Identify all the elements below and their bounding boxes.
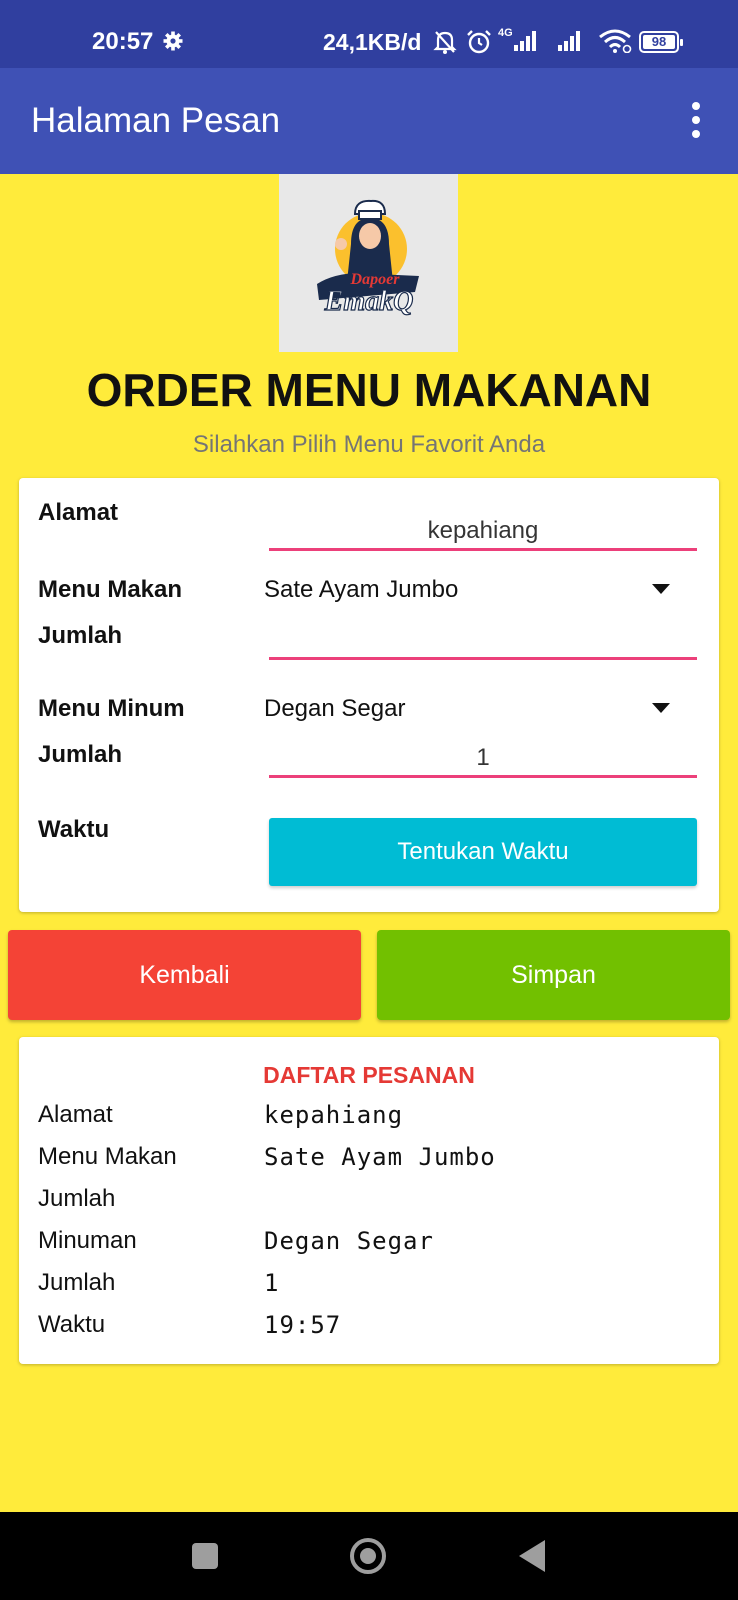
list-item: Menu Makan Sate Ayam Jumbo [19, 1136, 719, 1178]
list-item-value: kepahiang [264, 1101, 404, 1129]
list-item-value: 19:57 [264, 1311, 342, 1339]
order-list-title: DAFTAR PESANAN [263, 1062, 475, 1088]
system-nav-bar [0, 1512, 738, 1600]
app-bar-title: Halaman Pesan [31, 101, 281, 140]
app-bar: Halaman Pesan [0, 68, 738, 174]
menu-makan-label: Menu Makan [38, 576, 183, 603]
waktu-label: Waktu [38, 816, 110, 843]
list-item-key: Minuman [38, 1227, 137, 1254]
network-type: 4G [498, 27, 513, 39]
dropdown-arrow-icon [652, 584, 670, 594]
menu-minum-label: Menu Minum [38, 695, 185, 722]
list-item-key: Waktu [38, 1311, 106, 1338]
menu-makan-dropdown[interactable]: Sate Ayam Jumbo [264, 572, 698, 608]
status-time: 20:57 [92, 28, 154, 55]
order-form-card: Alamat Menu Makan Sate Ayam Jumbo Jumlah… [19, 478, 719, 912]
recents-icon[interactable] [192, 1543, 218, 1569]
settings-icon [163, 31, 183, 51]
status-bar: 20:57 24,1KB/d 4G 98 [0, 0, 738, 68]
list-item: Waktu 19:57 [19, 1304, 719, 1346]
alamat-field[interactable] [269, 514, 697, 551]
alamat-label: Alamat [38, 499, 119, 526]
jumlah-minum-input[interactable] [269, 741, 697, 775]
signal-icon [514, 31, 536, 51]
more-vert-icon[interactable] [680, 102, 714, 142]
list-item: Alamat kepahiang [19, 1094, 719, 1136]
page-title: ORDER MENU MAKANAN [86, 364, 652, 416]
save-button[interactable]: Simpan [377, 930, 730, 1020]
back-icon[interactable] [519, 1540, 545, 1572]
back-button[interactable]: Kembali [8, 930, 361, 1020]
battery-level: 98 [651, 34, 667, 49]
chef-logo-icon: Dapoer EmakQ [317, 199, 419, 318]
jumlah-makan-label: Jumlah [38, 622, 123, 649]
list-item-key: Menu Makan [38, 1143, 177, 1170]
set-time-button[interactable]: Tentukan Waktu [269, 818, 697, 886]
signal-icon [558, 31, 580, 51]
jumlah-makan-field[interactable] [269, 623, 697, 660]
list-item: Jumlah 1 [19, 1262, 719, 1304]
logo: Dapoer EmakQ [279, 174, 458, 352]
list-item-value: 1 [264, 1269, 280, 1297]
menu-minum-selected: Degan Segar [264, 695, 406, 722]
list-item-key: Jumlah [38, 1269, 116, 1296]
list-item-value: Sate Ayam Jumbo [264, 1143, 496, 1171]
home-icon[interactable] [350, 1538, 386, 1574]
menu-makan-selected: Sate Ayam Jumbo [264, 576, 459, 603]
battery-icon: 98 [639, 31, 683, 53]
jumlah-makan-input[interactable] [269, 623, 697, 657]
list-item-key: Jumlah [38, 1185, 116, 1212]
network-speed: 24,1KB/d [323, 29, 422, 55]
alarm-icon [467, 30, 491, 54]
jumlah-minum-label: Jumlah [38, 741, 123, 768]
jumlah-minum-field[interactable] [269, 741, 697, 778]
logo-text-bottom: EmakQ [324, 286, 414, 317]
page-subtitle: Silahkan Pilih Menu Favorit Anda [192, 431, 546, 458]
menu-minum-dropdown[interactable]: Degan Segar [264, 691, 698, 727]
dropdown-arrow-icon [652, 703, 670, 713]
order-list-card: DAFTAR PESANAN Alamat kepahiang Menu Mak… [19, 1037, 719, 1364]
list-item-key: Alamat [38, 1101, 113, 1128]
mute-icon [433, 31, 457, 54]
wifi-icon [599, 29, 632, 53]
alamat-input[interactable] [269, 514, 697, 548]
list-item: Minuman Degan Segar [19, 1220, 719, 1262]
list-item-value: Degan Segar [264, 1227, 434, 1255]
list-item: Jumlah [19, 1178, 719, 1220]
